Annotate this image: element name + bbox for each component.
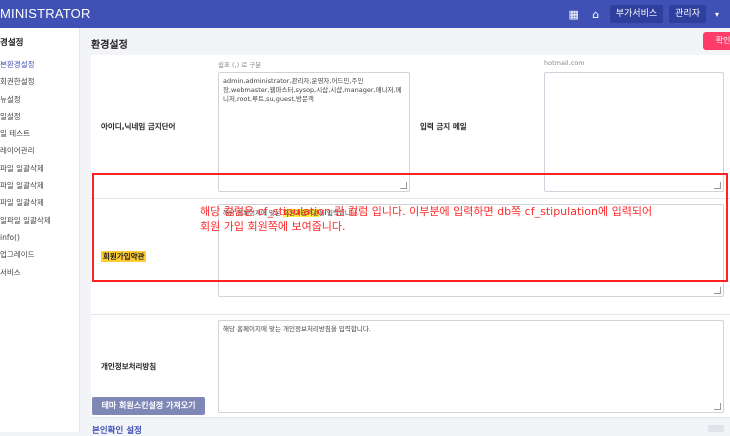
- sidebar-item[interactable]: 일 테스트: [0, 125, 51, 142]
- section-title: 본인확인 설정: [92, 426, 142, 436]
- sidebar-item[interactable]: 파일 일괄삭제: [0, 160, 51, 177]
- confirm-button[interactable]: 확인: [703, 32, 730, 50]
- comma-hint: 쉼표 (,) 로 구분: [218, 61, 262, 69]
- sidebar-item[interactable]: info(): [0, 229, 51, 246]
- sidebar-item[interactable]: 파일 일괄삭제: [0, 194, 51, 211]
- banned-email-placeholder: hotmail.com: [544, 59, 585, 67]
- brand-title: MINISTRATOR: [0, 6, 91, 21]
- privacy-text: 해당 홈페이지에 맞는 개인정보처리방침을 입력합니다.: [223, 325, 371, 333]
- sidebar-item[interactable]: 업그레이드: [0, 246, 51, 263]
- admin-button[interactable]: 관리자: [669, 5, 706, 23]
- sidebar-item[interactable]: 서비스: [0, 264, 51, 281]
- annotation-note: 해당 컬럼은 cf_stipulation 란 컬럼 입니다. 이부분에 입력하…: [200, 205, 653, 233]
- page-title: 환경설정: [91, 40, 128, 51]
- sidebar-list: 본환경설정 회권한설정 뉴설정 일설정 일 테스트 레이어관리 파일 일괄삭제 …: [0, 56, 51, 281]
- home-icon[interactable]: ⌂: [588, 6, 604, 22]
- addon-service-button[interactable]: 부가서비스: [609, 5, 664, 23]
- sidebar-item[interactable]: 일파일 일괄삭제: [0, 212, 51, 229]
- scroll-indicator[interactable]: [708, 425, 724, 432]
- sidebar-item[interactable]: 레이어관리: [0, 142, 51, 159]
- sidebar-item[interactable]: 본환경설정: [0, 56, 51, 73]
- banned-words-value: admin,administrator,관리자,운영자,어드민,주인장,webm…: [223, 77, 402, 104]
- sidebar-title: 경설정: [0, 38, 24, 48]
- chevron-down-icon[interactable]: ▾: [712, 10, 722, 19]
- top-navbar: MINISTRATOR ▦ ⌂ 부가서비스 관리자 ▾: [0, 0, 730, 28]
- sidebar-item[interactable]: 파일 일괄삭제: [0, 177, 51, 194]
- sidebar-item[interactable]: 회권한설정: [0, 73, 51, 90]
- sidebar-item[interactable]: 일설정: [0, 108, 51, 125]
- sidebar: 경설정 본환경설정 회권한설정 뉴설정 일설정 일 테스트 레이어관리 파일 일…: [0, 28, 80, 432]
- import-theme-skin-button[interactable]: 테마 회원스킨설정 가져오기: [92, 397, 205, 415]
- grid-icon[interactable]: ▦: [566, 6, 582, 22]
- sidebar-item[interactable]: 뉴설정: [0, 91, 51, 108]
- resize-grip-icon[interactable]: [714, 287, 721, 294]
- privacy-textarea[interactable]: 해당 홈페이지에 맞는 개인정보처리방침을 입력합니다.: [218, 320, 724, 413]
- resize-grip-icon[interactable]: [714, 403, 721, 410]
